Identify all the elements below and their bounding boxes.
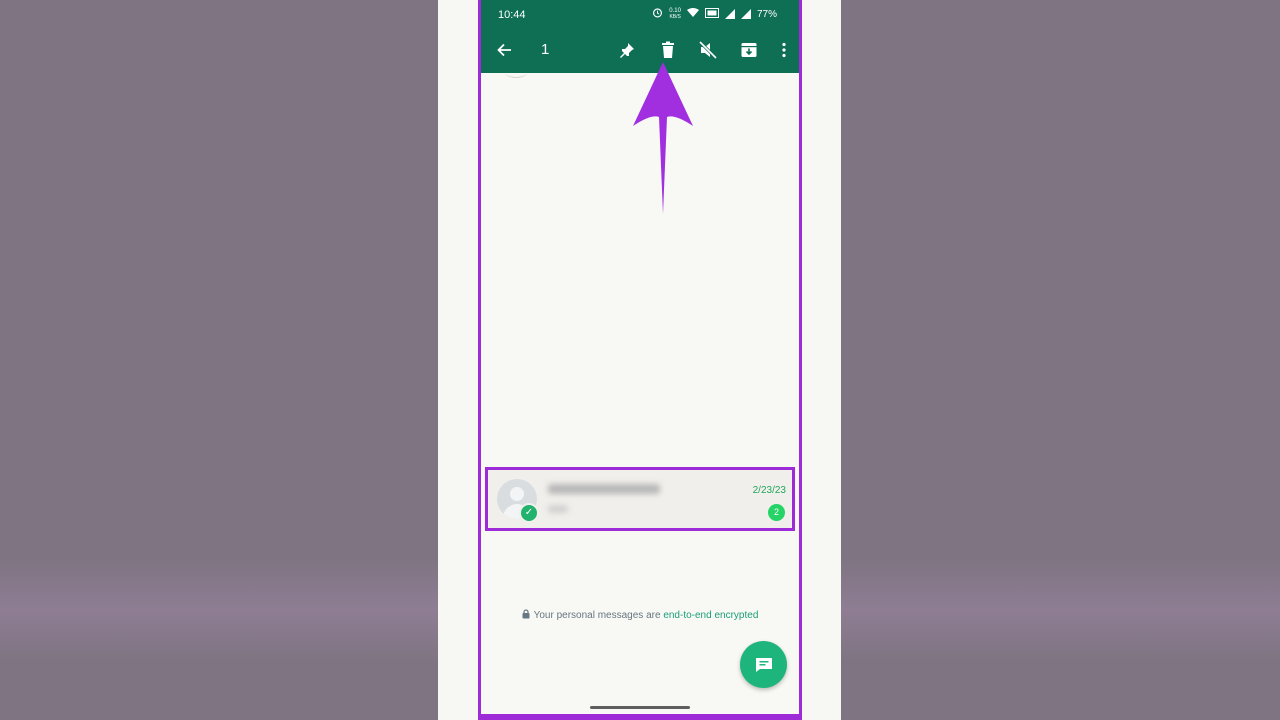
status-icons: 0.10 KB/S 77% (652, 7, 777, 21)
pin-icon[interactable] (617, 40, 637, 60)
lock-icon (522, 609, 530, 622)
chat-date: 2/23/23 (752, 485, 786, 496)
network-speed: 0.10 KB/S (669, 8, 681, 20)
background-glow-left (0, 560, 438, 660)
encryption-text: Your personal messages are (533, 610, 664, 621)
new-chat-button[interactable] (740, 641, 787, 688)
background-glow-right (841, 560, 1280, 660)
annotation-arrow-icon (633, 62, 693, 214)
more-options-icon[interactable] (774, 40, 794, 60)
signal-icon-2 (740, 9, 751, 19)
volte-icon (704, 7, 719, 21)
wifi-icon (686, 7, 699, 21)
chat-preview-redacted (548, 505, 568, 513)
back-arrow-icon[interactable] (495, 40, 515, 60)
archive-icon[interactable] (739, 40, 759, 60)
unread-badge: 2 (768, 504, 785, 521)
highlight-border-bottom (481, 714, 799, 717)
network-speed-unit: KB/S (669, 14, 681, 20)
alarm-icon (652, 7, 663, 21)
signal-icon-1 (724, 9, 735, 19)
encryption-notice: Your personal messages are end-to-end en… (481, 609, 799, 622)
selected-count: 1 (541, 41, 550, 58)
gesture-home-bar[interactable] (590, 706, 690, 709)
mute-icon[interactable] (698, 40, 718, 60)
status-time: 10:44 (498, 9, 526, 21)
scrolled-item-remnant (505, 67, 527, 78)
selected-check-icon: ✓ (519, 503, 539, 523)
selected-chat-row[interactable]: ✓ 2/23/23 2 (485, 467, 795, 531)
whatsapp-screen: 10:44 0.10 KB/S 77% 1 ✓ 2/23/23 2 Your p… (478, 0, 802, 720)
battery-level: 77% (756, 8, 777, 20)
new-chat-icon (755, 657, 772, 672)
delete-icon[interactable] (658, 40, 678, 60)
chat-name-redacted (548, 484, 660, 494)
encryption-link[interactable]: end-to-end encrypted (663, 610, 758, 621)
